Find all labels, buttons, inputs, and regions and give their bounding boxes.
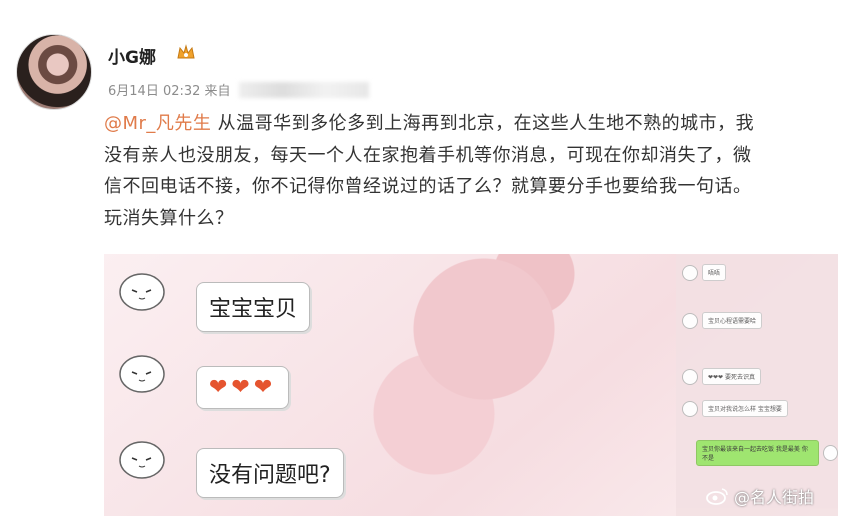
blurred-source xyxy=(238,81,369,98)
chat-bubble-3: 没有问题吧? xyxy=(196,448,344,498)
chat-bubble-1: 宝宝宝贝 xyxy=(196,282,311,332)
post-image[interactable]: 宝宝宝贝 ❤❤❤ 没有问题吧? 唔唔 宝贝心程语需要哈 ❤❤❤ 要死去识真 宝贝… xyxy=(104,254,838,516)
chat-avatar-sticker-icon xyxy=(119,441,165,479)
chat-avatar-sticker-icon xyxy=(119,355,165,393)
mention-link[interactable]: @Mr_凡先生 xyxy=(104,113,211,134)
chat-avatar-sticker-icon xyxy=(119,273,165,311)
mini-message: ❤❤❤ 要死去识真 xyxy=(682,368,761,385)
post-line-3: 信不回电话不接，你不记得你曾经说过的话了么？就算要分手也要给我一句话。 xyxy=(104,176,752,197)
mini-message: 宝贝对我说怎么样 宝宝想要 xyxy=(682,400,788,417)
post-line-1: @Mr_凡先生 从温哥华到多伦多到上海再到北京，在这些人生地不熟的城市，我 xyxy=(104,113,755,134)
username[interactable]: 小G娜 xyxy=(108,43,156,68)
mini-message: 宝贝心程语需要哈 xyxy=(682,312,763,329)
mini-avatar xyxy=(682,264,698,281)
mini-message-sent: 宝贝你最该来自一起去吃饭 我是最美 你不是 xyxy=(696,440,838,466)
watermark-text: @名人街拍 xyxy=(734,488,815,507)
mini-avatar xyxy=(682,400,698,417)
chat-bubble-2: ❤❤❤ xyxy=(196,366,290,409)
weibo-logo-icon xyxy=(706,488,728,505)
wechat-chat-thumbnail: 唔唔 宝贝心程语需要哈 ❤❤❤ 要死去识真 宝贝对我说怎么样 宝宝想要 宝贝你最… xyxy=(676,254,838,516)
post-time: 6月14日 02:32 来自 xyxy=(108,84,231,99)
post-line-2: 没有亲人也没朋友，每天一个人在家抱着手机等你消息，可现在你却消失了，微 xyxy=(104,144,752,166)
post-line-4: 玩消失算什么？ xyxy=(104,207,234,229)
avatar[interactable] xyxy=(16,34,92,110)
post-body: @Mr_凡先生 从温哥华到多伦多到上海再到北京，在这些人生地不熟的城市，我 没有… xyxy=(104,108,840,234)
watermark: @名人街拍 xyxy=(706,484,814,508)
mini-avatar xyxy=(682,312,698,329)
mini-message: 唔唔 xyxy=(682,264,727,281)
post-meta: 6月14日 02:32 来自 xyxy=(108,80,369,99)
mini-avatar xyxy=(822,445,838,461)
vip-crown-icon xyxy=(177,44,195,59)
mini-avatar xyxy=(682,368,698,385)
